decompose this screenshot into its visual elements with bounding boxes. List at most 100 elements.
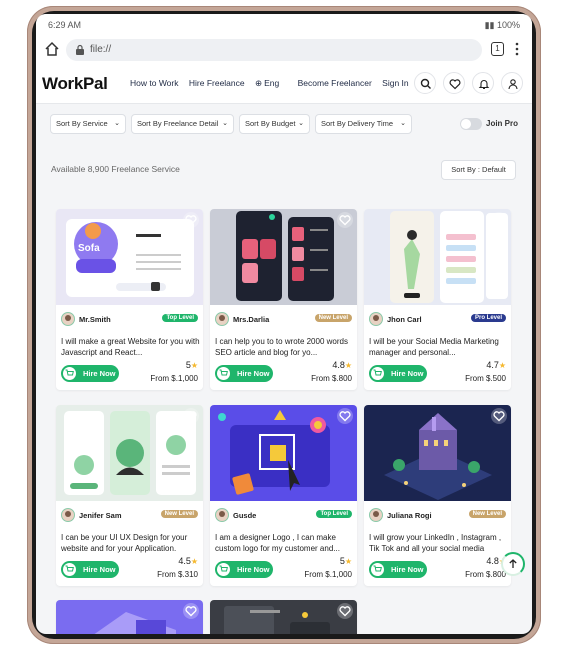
sort-default-button[interactable]: Sort By : Default (441, 160, 516, 180)
favorite-heart-button[interactable] (183, 603, 199, 619)
workpal-logo[interactable]: WorkPal (42, 74, 108, 94)
seller-name[interactable]: Mr.Smith (79, 315, 111, 324)
service-card[interactable]: Gusde Top Level I am a designer Logo , I… (210, 405, 357, 586)
hire-now-button[interactable]: Hire Now (61, 365, 119, 382)
service-card[interactable]: Mrs.Darlia New Level I can help you to t… (210, 209, 357, 390)
seller-row: Jhon Carl Pro Level (369, 312, 506, 328)
status-battery: ▮▮ 100% (484, 20, 520, 30)
filter-delivery-time[interactable]: Sort By Delivery Time ⌄ (315, 114, 412, 134)
scroll-to-top-button[interactable] (501, 552, 525, 576)
heart-icon (449, 79, 461, 90)
hire-now-button[interactable]: Hire Now (369, 561, 427, 578)
seller-row: Mrs.Darlia New Level (215, 312, 352, 328)
thumbnail-image (364, 405, 511, 501)
notifications-button[interactable] (472, 72, 494, 94)
heart-icon (339, 215, 351, 226)
globe-icon: ⊕ (255, 78, 263, 88)
nav-how-to-work[interactable]: How to Work (130, 78, 179, 88)
service-card[interactable] (210, 600, 357, 634)
hire-now-button[interactable]: Hire Now (369, 365, 427, 382)
service-description[interactable]: I will make a great Website for you with… (61, 337, 201, 358)
filter-service[interactable]: Sort By Service ⌄ (50, 114, 126, 134)
rating: 5★ (185, 360, 198, 370)
cart-icon (373, 565, 382, 572)
profile-button[interactable] (501, 72, 523, 94)
favorite-heart-button[interactable] (337, 212, 353, 228)
seller-name[interactable]: Jhon Carl (387, 315, 422, 324)
seller-name[interactable]: Jenifer Sam (79, 511, 122, 520)
service-description[interactable]: I will be your Social Media Marketing ma… (369, 337, 509, 358)
tab-count-button[interactable]: 1 (491, 42, 504, 56)
service-card[interactable]: Juliana Rogi New Level I will grow your … (364, 405, 511, 586)
thumbnail-image (56, 405, 203, 501)
cart-icon (65, 369, 74, 376)
service-card[interactable]: Jenifer Sam New Level I can be your UI U… (56, 405, 203, 586)
thumbnail-image: Sofa (56, 209, 203, 305)
price: From $.1,000 (304, 570, 352, 579)
avatar (61, 508, 75, 522)
nav-hire-freelance[interactable]: Hire Freelance (189, 78, 245, 88)
heart-icon (339, 606, 351, 617)
thumbnail-image (210, 405, 357, 501)
hire-now-button[interactable]: Hire Now (61, 561, 119, 578)
price: From $.310 (157, 570, 198, 579)
nav-become-freelancer[interactable]: Become Freelancer (298, 78, 372, 88)
heart-icon (493, 411, 505, 422)
avatar (369, 508, 383, 522)
seller-name[interactable]: Mrs.Darlia (233, 315, 269, 324)
home-icon[interactable] (44, 41, 60, 57)
more-menu-icon[interactable] (512, 41, 522, 57)
service-card[interactable]: Sofa Mr.Smith Top Level I will make a gr… (56, 209, 203, 390)
join-pro-toggle[interactable] (460, 118, 482, 130)
filter-budget[interactable]: Sort By Budget ⌄ (239, 114, 310, 134)
level-badge: Top Level (316, 510, 352, 518)
site-header: WorkPal How to Work Hire Freelance ⊕ Eng … (36, 64, 532, 104)
service-card[interactable] (56, 600, 203, 634)
hire-now-button[interactable]: Hire Now (215, 561, 273, 578)
favorites-button[interactable] (443, 72, 465, 94)
status-time: 6:29 AM (48, 20, 82, 30)
chevron-down-icon: ⌄ (298, 120, 304, 127)
favorite-heart-button[interactable] (337, 408, 353, 424)
bell-icon (478, 80, 490, 90)
thumbnail-image (56, 600, 203, 634)
url-text: file:// (90, 44, 112, 55)
search-button[interactable] (414, 72, 436, 94)
service-description[interactable]: I am a designer Logo , I can make custom… (215, 533, 355, 554)
nav-language[interactable]: ⊕ Eng (255, 78, 287, 88)
available-count: Available 8,900 Freelance Service (51, 164, 180, 174)
address-bar[interactable]: file:// (66, 39, 482, 61)
seller-row: Mr.Smith Top Level (61, 312, 198, 328)
hire-now-button[interactable]: Hire Now (215, 365, 273, 382)
cart-icon (219, 565, 228, 572)
cart-icon (219, 369, 228, 376)
rating: 4.7★ (486, 360, 506, 370)
favorite-heart-button[interactable] (183, 408, 199, 424)
thumbnail-image (210, 600, 357, 634)
service-description[interactable]: I will grow your LinkedIn , Instagram , … (369, 533, 509, 554)
level-badge: Top Level (162, 314, 198, 322)
thumbnail-image (210, 209, 357, 305)
favorite-heart-button[interactable] (491, 408, 507, 424)
service-description[interactable]: I can be your UI UX Design for your webs… (61, 533, 201, 554)
service-description[interactable]: I can help you to to wrote 2000 words SE… (215, 337, 355, 358)
seller-name[interactable]: Juliana Rogi (387, 511, 432, 520)
level-badge: New Level (314, 314, 352, 322)
service-card[interactable]: Jhon Carl Pro Level I will be your Socia… (364, 209, 511, 390)
favorite-heart-button[interactable] (491, 212, 507, 228)
price: From $.500 (465, 374, 506, 383)
join-pro-label: Join Pro (486, 119, 519, 128)
browser-toolbar: file:// 1 (36, 36, 532, 64)
chevron-down-icon: ⌄ (114, 120, 120, 127)
favorite-heart-button[interactable] (337, 603, 353, 619)
rating: 4.5★ (178, 556, 198, 566)
rating: 5★ (339, 556, 352, 566)
nav-sign-in[interactable]: Sign In (382, 78, 408, 88)
seller-name[interactable]: Gusde (233, 511, 256, 520)
search-icon (420, 78, 431, 89)
lock-icon (76, 44, 84, 55)
filter-freelance-detail[interactable]: Sort By Freelance Detail ⌄ (131, 114, 234, 134)
nav-links: How to Work Hire Freelance ⊕ Eng Become F… (130, 78, 417, 89)
favorite-heart-button[interactable] (183, 212, 199, 228)
star-icon: ★ (498, 361, 506, 370)
